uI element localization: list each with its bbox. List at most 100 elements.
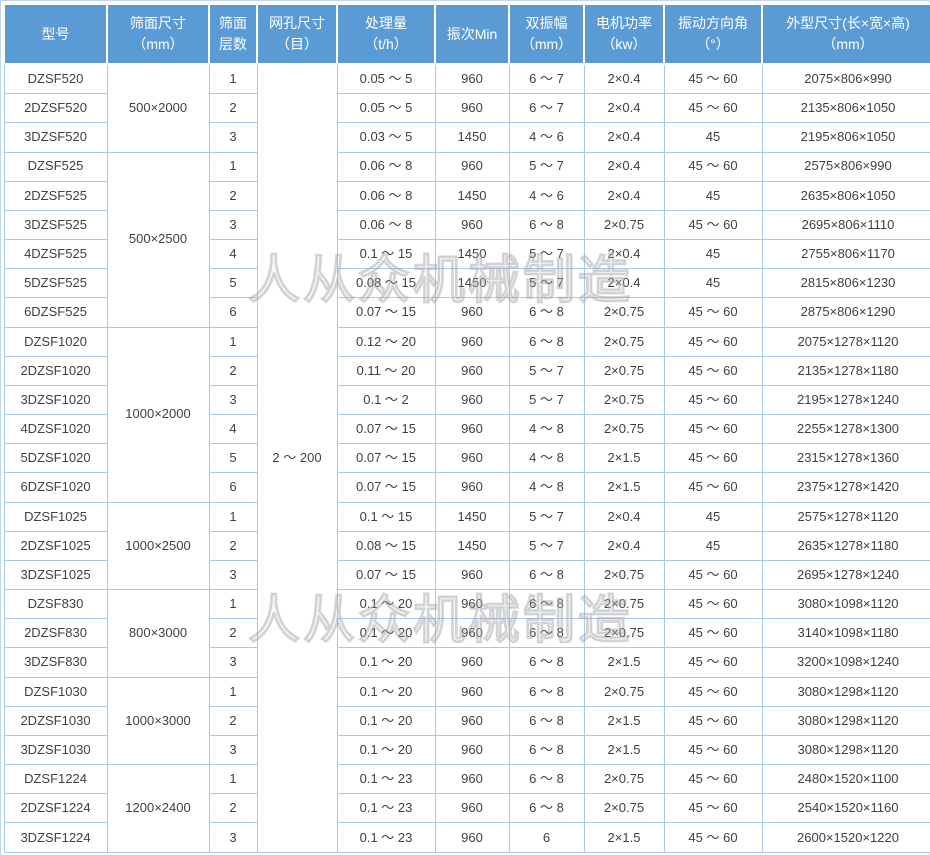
table-row: DZSF10251000×250010.1 ～ 1514505 ～ 72×0.4… bbox=[4, 502, 930, 531]
frequency-cell: 1450 bbox=[435, 181, 509, 210]
angle-cell: 45 bbox=[664, 269, 762, 298]
dimensions-cell: 2315×1278×1360 bbox=[762, 444, 930, 473]
angle-cell: 45 ～ 60 bbox=[664, 677, 762, 706]
capacity-cell: 0.07 ～ 15 bbox=[337, 444, 435, 473]
angle-cell: 45 ～ 60 bbox=[664, 706, 762, 735]
layers-cell: 1 bbox=[209, 765, 257, 794]
motor-power-cell: 2×0.75 bbox=[584, 765, 664, 794]
dimensions-cell: 2375×1278×1420 bbox=[762, 473, 930, 502]
model-cell: 2DZSF1025 bbox=[4, 531, 107, 560]
model-cell: 5DZSF1020 bbox=[4, 444, 107, 473]
screen-size-cell: 1200×2400 bbox=[107, 765, 209, 853]
angle-cell: 45 ～ 60 bbox=[664, 327, 762, 356]
dimensions-cell: 2575×1278×1120 bbox=[762, 502, 930, 531]
frequency-cell: 960 bbox=[435, 706, 509, 735]
layers-cell: 5 bbox=[209, 269, 257, 298]
angle-cell: 45 ～ 60 bbox=[664, 64, 762, 94]
layers-cell: 1 bbox=[209, 64, 257, 94]
angle-cell: 45 ～ 60 bbox=[664, 356, 762, 385]
capacity-cell: 0.12 ～ 20 bbox=[337, 327, 435, 356]
layers-cell: 1 bbox=[209, 502, 257, 531]
motor-power-cell: 2×0.75 bbox=[584, 210, 664, 239]
layers-cell: 3 bbox=[209, 123, 257, 152]
dimensions-cell: 2875×806×1290 bbox=[762, 298, 930, 327]
motor-power-cell: 2×0.75 bbox=[584, 794, 664, 823]
table-row: DZSF12241200×240010.1 ～ 239606 ～ 82×0.75… bbox=[4, 765, 930, 794]
layers-cell: 4 bbox=[209, 240, 257, 269]
capacity-cell: 0.1 ～ 20 bbox=[337, 706, 435, 735]
layers-cell: 2 bbox=[209, 531, 257, 560]
capacity-cell: 0.06 ～ 8 bbox=[337, 181, 435, 210]
layers-cell: 3 bbox=[209, 823, 257, 853]
motor-power-cell: 2×0.4 bbox=[584, 269, 664, 298]
amplitude-cell: 5 ～ 7 bbox=[509, 356, 584, 385]
table-row: DZSF10201000×200010.12 ～ 209606 ～ 82×0.7… bbox=[4, 327, 930, 356]
layers-cell: 3 bbox=[209, 210, 257, 239]
layers-cell: 2 bbox=[209, 794, 257, 823]
col-header-angle: 振动方向角 （°） bbox=[664, 4, 762, 64]
motor-power-cell: 2×1.5 bbox=[584, 735, 664, 764]
amplitude-cell: 6 ～ 7 bbox=[509, 64, 584, 94]
amplitude-cell: 5 ～ 7 bbox=[509, 531, 584, 560]
capacity-cell: 0.05 ～ 5 bbox=[337, 94, 435, 123]
capacity-cell: 0.08 ～ 15 bbox=[337, 531, 435, 560]
model-cell: 4DZSF1020 bbox=[4, 415, 107, 444]
capacity-cell: 0.07 ～ 15 bbox=[337, 415, 435, 444]
amplitude-cell: 6 ～ 8 bbox=[509, 765, 584, 794]
frequency-cell: 960 bbox=[435, 619, 509, 648]
dimensions-cell: 2195×806×1050 bbox=[762, 123, 930, 152]
angle-cell: 45 ～ 60 bbox=[664, 735, 762, 764]
angle-cell: 45 ～ 60 bbox=[664, 444, 762, 473]
frequency-cell: 960 bbox=[435, 415, 509, 444]
col-header-frequency: 振次Min bbox=[435, 4, 509, 64]
frequency-cell: 960 bbox=[435, 327, 509, 356]
amplitude-cell: 4 ～ 8 bbox=[509, 473, 584, 502]
layers-cell: 2 bbox=[209, 94, 257, 123]
angle-cell: 45 ～ 60 bbox=[664, 298, 762, 327]
capacity-cell: 0.1 ～ 2 bbox=[337, 385, 435, 414]
angle-cell: 45 ～ 60 bbox=[664, 152, 762, 181]
motor-power-cell: 2×0.75 bbox=[584, 356, 664, 385]
model-cell: DZSF525 bbox=[4, 152, 107, 181]
amplitude-cell: 6 ～ 8 bbox=[509, 210, 584, 239]
amplitude-cell: 5 ～ 7 bbox=[509, 502, 584, 531]
frequency-cell: 1450 bbox=[435, 269, 509, 298]
dimensions-cell: 2815×806×1230 bbox=[762, 269, 930, 298]
frequency-cell: 960 bbox=[435, 590, 509, 619]
model-cell: 2DZSF525 bbox=[4, 181, 107, 210]
motor-power-cell: 2×0.4 bbox=[584, 152, 664, 181]
model-cell: DZSF1025 bbox=[4, 502, 107, 531]
frequency-cell: 960 bbox=[435, 560, 509, 589]
model-cell: 2DZSF1030 bbox=[4, 706, 107, 735]
model-cell: DZSF520 bbox=[4, 64, 107, 94]
layers-cell: 6 bbox=[209, 473, 257, 502]
amplitude-cell: 6 ～ 8 bbox=[509, 590, 584, 619]
dimensions-cell: 2600×1520×1220 bbox=[762, 823, 930, 853]
screen-size-cell: 1000×2500 bbox=[107, 502, 209, 590]
angle-cell: 45 ～ 60 bbox=[664, 794, 762, 823]
capacity-cell: 0.1 ～ 15 bbox=[337, 240, 435, 269]
spec-table-container: 型号 筛面尺寸 （mm） 筛面 层数 网孔尺寸 （目） 处理量 （t/h） 振次… bbox=[0, 0, 930, 856]
motor-power-cell: 2×0.75 bbox=[584, 327, 664, 356]
capacity-cell: 0.06 ～ 8 bbox=[337, 210, 435, 239]
amplitude-cell: 6 ～ 8 bbox=[509, 327, 584, 356]
motor-power-cell: 2×1.5 bbox=[584, 473, 664, 502]
motor-power-cell: 2×0.4 bbox=[584, 123, 664, 152]
frequency-cell: 960 bbox=[435, 765, 509, 794]
angle-cell: 45 bbox=[664, 531, 762, 560]
frequency-cell: 960 bbox=[435, 735, 509, 764]
capacity-cell: 0.1 ～ 23 bbox=[337, 765, 435, 794]
motor-power-cell: 2×0.4 bbox=[584, 502, 664, 531]
model-cell: 3DZSF1020 bbox=[4, 385, 107, 414]
angle-cell: 45 bbox=[664, 181, 762, 210]
capacity-cell: 0.11 ～ 20 bbox=[337, 356, 435, 385]
motor-power-cell: 2×0.4 bbox=[584, 181, 664, 210]
frequency-cell: 960 bbox=[435, 94, 509, 123]
motor-power-cell: 2×0.4 bbox=[584, 64, 664, 94]
angle-cell: 45 ～ 60 bbox=[664, 619, 762, 648]
spec-table: 型号 筛面尺寸 （mm） 筛面 层数 网孔尺寸 （目） 处理量 （t/h） 振次… bbox=[3, 3, 930, 853]
angle-cell: 45 ～ 60 bbox=[664, 823, 762, 853]
model-cell: 6DZSF525 bbox=[4, 298, 107, 327]
capacity-cell: 0.1 ～ 20 bbox=[337, 677, 435, 706]
layers-cell: 1 bbox=[209, 327, 257, 356]
